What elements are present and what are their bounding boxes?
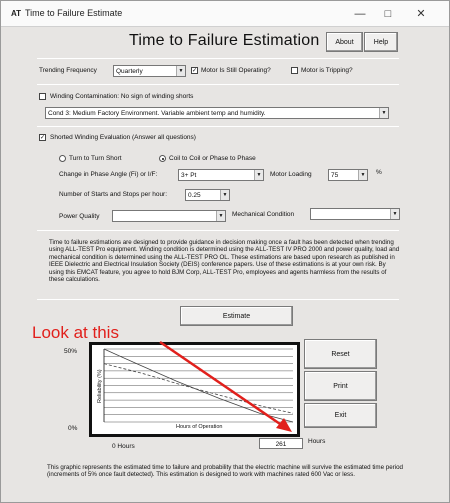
- reset-button[interactable]: Reset: [304, 339, 377, 369]
- y-axis-label: Reliability (%): [97, 369, 103, 403]
- phase-angle-label: Change in Phase Angle (Fi) or I/F:: [59, 171, 158, 178]
- coil-to-coil-radio[interactable]: [159, 155, 166, 162]
- divider: [37, 230, 399, 231]
- disclaimer-text: Time to failure estimations are designed…: [49, 239, 400, 284]
- time-to-failure-window: AT Time to Failure Estimate — □ ✕ Time t…: [0, 0, 450, 503]
- motor-loading-value: 75: [331, 172, 339, 179]
- about-button[interactable]: About: [326, 32, 363, 52]
- chevron-down-icon: ▼: [379, 108, 388, 118]
- help-button[interactable]: Help: [364, 32, 398, 52]
- divider: [37, 84, 399, 85]
- title-bar: AT Time to Failure Estimate — □ ✕: [1, 1, 449, 27]
- x-end-value: 261: [259, 438, 303, 449]
- x-start-label: 0 Hours: [112, 443, 135, 450]
- mechanical-condition-select[interactable]: ▼: [310, 208, 400, 220]
- divider: [37, 126, 399, 127]
- shorted-winding-checkbox[interactable]: ✓: [39, 134, 46, 141]
- motor-tripping-checkbox[interactable]: [291, 67, 298, 74]
- winding-contamination-checkbox[interactable]: [39, 93, 46, 100]
- window-title: Time to Failure Estimate: [25, 8, 123, 18]
- turn-to-turn-label: Turn to Turn Short: [69, 155, 122, 162]
- x-axis-label: Hours of Operation: [176, 424, 223, 430]
- trending-frequency-value: Quarterly: [116, 68, 143, 75]
- exit-button[interactable]: Exit: [304, 403, 377, 428]
- phase-angle-select[interactable]: 3+ Pt ▼: [178, 169, 264, 181]
- chevron-down-icon: ▼: [390, 209, 399, 219]
- trending-frequency-label: Trending Frequency: [39, 67, 97, 74]
- motor-tripping-label: Motor is Tripping?: [301, 67, 353, 74]
- chart-plot: [103, 348, 294, 423]
- motor-loading-label: Motor Loading: [270, 171, 312, 178]
- trending-frequency-select[interactable]: Quarterly ▼: [113, 65, 186, 77]
- maximize-icon[interactable]: □: [374, 5, 402, 23]
- motor-loading-unit: %: [376, 169, 382, 176]
- estimate-button[interactable]: Estimate: [180, 306, 293, 326]
- power-quality-label: Power Quality: [59, 213, 100, 220]
- shorted-winding-label: Shorted Winding Evaluation (Answer all q…: [50, 134, 196, 141]
- chevron-down-icon: ▼: [220, 190, 229, 200]
- reliability-chart: Reliability (%) Hours of Operation: [89, 342, 300, 437]
- chevron-down-icon: ▼: [216, 211, 225, 221]
- starts-stops-label: Number of Starts and Stops per hour:: [59, 191, 168, 198]
- motor-loading-select[interactable]: 75 ▼: [328, 169, 368, 181]
- winding-contamination-label: Winding Contamination: No sign of windin…: [50, 93, 194, 100]
- turn-to-turn-radio[interactable]: [59, 155, 66, 162]
- phase-angle-value: 3+ Pt: [181, 172, 197, 179]
- x-end-unit: Hours: [308, 438, 326, 445]
- motor-operating-checkbox[interactable]: ✓: [191, 67, 198, 74]
- contamination-condition-select[interactable]: Cond 3: Medium Factory Environment. Vari…: [45, 107, 389, 119]
- divider: [37, 299, 399, 300]
- y-top-label: 50%: [64, 348, 78, 355]
- chevron-down-icon: ▼: [254, 170, 263, 180]
- annotation-text: Look at this: [32, 323, 119, 342]
- y-bottom-label: 0%: [68, 425, 78, 432]
- mechanical-condition-label: Mechanical Condition: [232, 211, 295, 218]
- print-button[interactable]: Print: [304, 371, 377, 401]
- footer-text: This graphic represents the estimated ti…: [47, 464, 403, 479]
- chevron-down-icon: ▼: [176, 66, 185, 76]
- power-quality-select[interactable]: ▼: [112, 210, 226, 222]
- minimize-icon[interactable]: —: [346, 5, 374, 23]
- chevron-down-icon: ▼: [358, 170, 367, 180]
- coil-to-coil-label: Coil to Coil or Phase to Phase: [169, 155, 256, 162]
- motor-operating-label: Motor Is Still Operating?: [201, 67, 271, 74]
- contamination-condition-value: Cond 3: Medium Factory Environment. Vari…: [48, 110, 266, 117]
- app-icon: AT: [11, 9, 22, 18]
- starts-stops-value: 0.25: [188, 192, 201, 199]
- starts-stops-select[interactable]: 0.25 ▼: [185, 189, 230, 201]
- divider: [37, 58, 399, 59]
- page-title: Time to Failure Estimation: [129, 32, 320, 49]
- close-icon[interactable]: ✕: [407, 5, 435, 23]
